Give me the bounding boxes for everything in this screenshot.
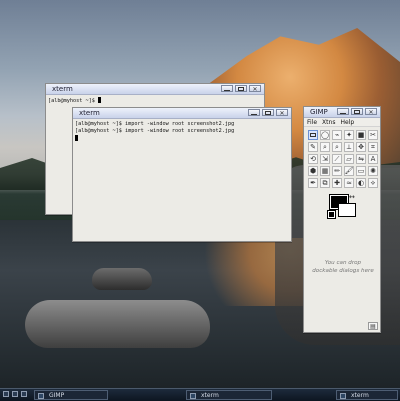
window-title: xterm — [79, 109, 100, 117]
minimize-button[interactable] — [221, 85, 233, 92]
taskbar-item-xterm-1[interactable]: xterm — [186, 390, 272, 400]
blend-tool-icon[interactable]: ▦ — [320, 166, 330, 176]
terminal-line: [alb@myhost ~]$ import -window root scre… — [75, 121, 235, 127]
window-controls — [221, 85, 261, 92]
minimize-button[interactable] — [248, 109, 260, 116]
crop-tool-icon[interactable]: ⌗ — [368, 142, 378, 152]
taskbar-item-label: xterm — [351, 392, 369, 399]
terminal-line: [alb@myhost ~]$ import -window root scre… — [75, 128, 235, 134]
color-select-tool-icon[interactable]: ■ — [356, 130, 366, 140]
scale-tool-icon[interactable]: ⇲ — [320, 154, 330, 164]
rotate-tool-icon[interactable]: ⟲ — [308, 154, 318, 164]
terminal-cursor-icon — [75, 135, 78, 141]
terminal-output[interactable]: [alb@myhost ~]$ — [46, 95, 264, 105]
paths-tool-icon[interactable]: ✎ — [308, 142, 318, 152]
perspective-tool-icon[interactable]: ▱ — [344, 154, 354, 164]
terminal-icon — [340, 393, 346, 399]
taskbar-item-xterm-2[interactable]: xterm — [336, 390, 398, 400]
taskbar-item-gimp[interactable]: GIMP — [34, 390, 108, 400]
color-swatches[interactable]: ↔ — [328, 193, 358, 219]
eraser-tool-icon[interactable]: ▭ — [356, 166, 366, 176]
terminal-output[interactable]: [alb@myhost ~]$ import -window root scre… — [73, 119, 291, 143]
taskbar-left — [3, 391, 27, 397]
paintbrush-tool-icon[interactable]: 🖌 — [344, 166, 354, 176]
workspace-icon[interactable] — [21, 391, 27, 397]
close-button[interactable] — [365, 108, 377, 115]
workspace-icon[interactable] — [12, 391, 18, 397]
scissors-select-tool-icon[interactable]: ✂ — [368, 130, 378, 140]
menu-file[interactable]: File — [307, 119, 317, 126]
rectangle-select-tool-icon[interactable] — [308, 130, 318, 140]
heal-tool-icon[interactable]: ✚ — [332, 178, 342, 188]
window-titlebar[interactable]: xterm — [46, 84, 264, 95]
window-titlebar[interactable]: xterm — [73, 108, 291, 119]
terminal-icon — [190, 393, 196, 399]
gimp-toolbox-window[interactable]: GIMP File Xtns Help ◯ ⌁ ✦ ■ ✂ ✎ ⌕ ⌕ ⟂ ✥ … — [303, 106, 381, 333]
terminal-line: [alb@myhost ~]$ — [48, 98, 98, 104]
bucket-fill-tool-icon[interactable]: ⬢ — [308, 166, 318, 176]
gimp-menubar: File Xtns Help — [304, 118, 380, 127]
reset-colors-icon[interactable] — [328, 211, 335, 218]
minimize-button[interactable] — [337, 108, 349, 115]
ellipse-select-tool-icon[interactable]: ◯ — [320, 130, 330, 140]
window-controls — [337, 108, 377, 115]
ink-tool-icon[interactable]: ✒ — [308, 178, 318, 188]
maximize-button[interactable] — [351, 108, 363, 115]
close-button[interactable] — [249, 85, 261, 92]
maximize-button[interactable] — [262, 109, 274, 116]
background-color-swatch[interactable] — [338, 203, 356, 217]
pencil-tool-icon[interactable]: ✏ — [332, 166, 342, 176]
window-titlebar[interactable]: GIMP — [304, 107, 380, 118]
rock-large — [25, 300, 210, 348]
window-controls — [248, 109, 288, 116]
window-title: xterm — [52, 85, 73, 93]
menu-xtns[interactable]: Xtns — [322, 119, 335, 126]
move-tool-icon[interactable]: ✥ — [356, 142, 366, 152]
airbrush-tool-icon[interactable]: ✺ — [368, 166, 378, 176]
measure-tool-icon[interactable]: ⟂ — [344, 142, 354, 152]
workspace-icon[interactable] — [3, 391, 9, 397]
zoom-tool-icon[interactable]: ⌕ — [332, 142, 342, 152]
configure-toolbox-icon[interactable]: ▤ — [368, 322, 378, 330]
shear-tool-icon[interactable]: ⟋ — [332, 154, 342, 164]
close-button[interactable] — [276, 109, 288, 116]
free-select-tool-icon[interactable]: ⌁ — [332, 130, 342, 140]
clone-tool-icon[interactable]: ⧉ — [320, 178, 330, 188]
menu-help[interactable]: Help — [340, 119, 354, 126]
rock-small — [92, 268, 152, 290]
xterm-window-front[interactable]: xterm [alb@myhost ~]$ import -window roo… — [72, 107, 292, 242]
taskbar-item-label: xterm — [201, 392, 219, 399]
window-title: GIMP — [310, 108, 328, 116]
taskbar-item-label: GIMP — [49, 392, 65, 399]
terminal-cursor-icon — [97, 97, 101, 103]
dock-drop-hint: You can drop dockable dialogs here — [312, 260, 374, 274]
flip-tool-icon[interactable]: ⇋ — [356, 154, 366, 164]
dodge-burn-tool-icon[interactable]: ◐ — [356, 178, 366, 188]
swap-colors-icon[interactable]: ↔ — [349, 193, 355, 201]
tool-grid: ◯ ⌁ ✦ ■ ✂ ✎ ⌕ ⌕ ⟂ ✥ ⌗ ⟲ ⇲ ⟋ ▱ ⇋ A ⬢ ▦ ✏ … — [304, 127, 380, 188]
maximize-button[interactable] — [235, 85, 247, 92]
text-tool-icon[interactable]: A — [368, 154, 378, 164]
taskbar: GIMP xterm xterm — [0, 388, 400, 401]
fuzzy-select-tool-icon[interactable]: ✦ — [344, 130, 354, 140]
color-picker-tool-icon[interactable]: ⌕ — [320, 142, 330, 152]
gimp-icon — [38, 393, 44, 399]
smudge-tool-icon[interactable]: ≈ — [344, 178, 354, 188]
sharpen-tool-icon[interactable]: ⟡ — [368, 178, 378, 188]
